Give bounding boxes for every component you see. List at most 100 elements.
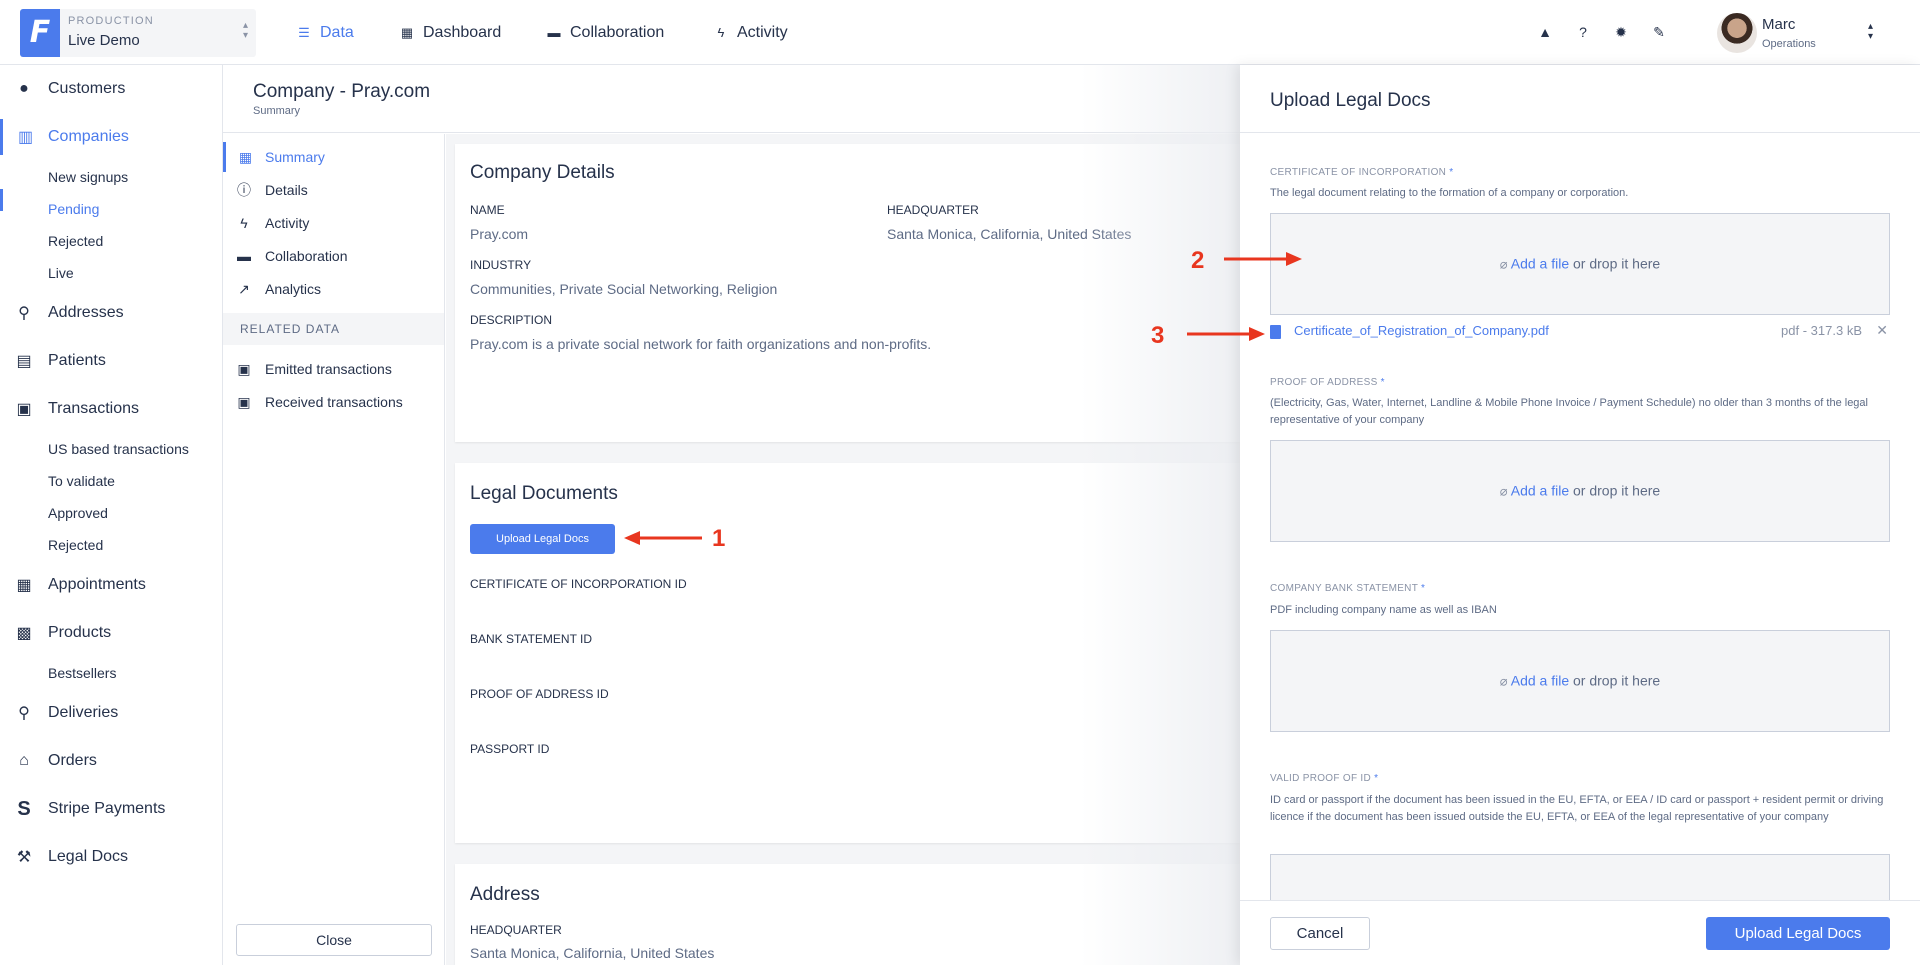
upload-legal-docs-button[interactable]: Upload Legal Docs [470, 524, 615, 554]
top-bar: F PRODUCTION Live Demo ▴ ▾ ☰ Data ▦ Dashb… [0, 0, 1920, 65]
add-file-link[interactable]: Add a file [1511, 256, 1569, 272]
bolt-icon: ϟ [717, 25, 725, 40]
cancel-button[interactable]: Cancel [1270, 917, 1370, 950]
upload-legal-docs-submit-button[interactable]: Upload Legal Docs [1706, 917, 1890, 950]
tab-details[interactable]: ⓘ Details [223, 175, 444, 205]
stripe-icon: S [17, 797, 31, 820]
avatar[interactable] [1717, 13, 1757, 53]
annotation-number: 3 [1151, 322, 1165, 349]
nav-collaboration[interactable]: ▬ Collaboration [546, 0, 665, 65]
sidebar-item-customers[interactable]: ● Customers [0, 71, 222, 107]
sidebar-item-patients[interactable]: ▤ Patients [0, 343, 222, 379]
sidebar-item-rejected-transactions[interactable]: Rejected [48, 537, 103, 553]
related-emitted-transactions[interactable]: ▣ Emitted transactions [223, 354, 444, 384]
section-description: PDF including company name as well as IB… [1270, 604, 1497, 616]
drawer-footer: Cancel Upload Legal Docs [1240, 900, 1920, 965]
annotation-arrow [624, 531, 702, 545]
sidebar-item-bestsellers[interactable]: Bestsellers [48, 665, 116, 681]
annotation-arrow [1187, 327, 1265, 341]
gear-icon[interactable]: ✹ [1612, 23, 1630, 41]
sidebar-item-pending[interactable]: Pending [48, 201, 99, 217]
chevron-up-down-icon[interactable]: ▴ ▾ [1868, 22, 1873, 42]
file-name-link[interactable]: Certificate_of_Registration_of_Company.p… [1294, 323, 1549, 338]
add-file-link[interactable]: Add a file [1511, 673, 1569, 689]
pin-icon: ⚲ [18, 705, 30, 722]
project-environment: PRODUCTION [68, 15, 154, 27]
sidebar-item-orders[interactable]: ⌂ Orders [0, 743, 222, 779]
card-title: Company Details [470, 162, 615, 183]
field-label: Description [470, 313, 553, 327]
sidebar-item-products[interactable]: ▩ Products [0, 615, 222, 651]
graduation-cap-icon[interactable]: ▲ [1536, 23, 1554, 41]
project-switcher[interactable]: F PRODUCTION Live Demo ▴ ▾ [20, 9, 256, 57]
close-icon[interactable]: ✕ [1876, 322, 1888, 339]
chat-icon: ▬ [547, 25, 561, 40]
brush-icon[interactable]: ✎ [1650, 23, 1668, 41]
field-label: Headquarter [470, 923, 562, 937]
sidebar-item-companies[interactable]: ▥ Companies [0, 119, 222, 155]
tab-analytics[interactable]: ↗ Analytics [223, 274, 444, 304]
info-icon: ⓘ [237, 182, 251, 198]
sidebar-item-us-transactions[interactable]: US based transactions [48, 441, 189, 457]
money-icon: ▣ [237, 393, 251, 410]
close-button[interactable]: Close [236, 924, 432, 956]
card-title: Address [470, 884, 540, 905]
tab-summary[interactable]: ▦ Summary [223, 142, 444, 172]
sidebar-item-to-validate[interactable]: To validate [48, 473, 115, 489]
annotation-number: 2 [1191, 247, 1205, 274]
dropzone-certificate[interactable]: ⌀ Add a file or drop it here [1270, 213, 1890, 315]
chat-icon: ▬ [237, 248, 251, 264]
section-description: ID card or passport if the document has … [1270, 794, 1884, 823]
chart-line-icon: ↗ [238, 280, 250, 297]
sidebar-item-stripe-payments[interactable]: S Stripe Payments [0, 791, 222, 827]
id-card-icon: ▤ [16, 353, 32, 370]
add-file-link[interactable]: Add a file [1511, 483, 1569, 499]
file-icon [1270, 325, 1281, 339]
nav-dashboard[interactable]: ▦ Dashboard [399, 0, 501, 65]
section-description: (Electricity, Gas, Water, Internet, Land… [1270, 397, 1868, 426]
sidebar-item-transactions[interactable]: ▣ Transactions [0, 391, 222, 427]
section-description: The legal document relating to the forma… [1270, 187, 1629, 199]
paperclip-icon: ⌀ [1499, 483, 1508, 499]
basket-icon: ⌂ [19, 752, 29, 769]
archive-icon: ▩ [16, 625, 32, 642]
section-label: Company Bank Statement * [1270, 583, 1426, 594]
bolt-icon: ϟ [240, 215, 248, 231]
page-subtitle: Summary [253, 105, 301, 117]
sidebar-item-legal-docs[interactable]: ⚒ Legal Docs [0, 839, 222, 875]
sidebar-item-rejected[interactable]: Rejected [48, 233, 103, 249]
related-data-heading: RELATED DATA [223, 313, 444, 345]
sidebar-item-appointments[interactable]: ▦ Appointments [0, 567, 222, 603]
section-label: Proof of Address * [1270, 377, 1385, 388]
file-size: pdf - 317.3 kB [1781, 323, 1862, 338]
gavel-icon: ⚒ [16, 849, 32, 866]
field-label: Certificate of Incorporation ID [470, 577, 687, 591]
nav-activity[interactable]: ϟ Activity [713, 0, 788, 65]
upload-drawer: Upload Legal Docs Certificate of Incorpo… [1240, 65, 1920, 965]
dropzone-bank-statement[interactable]: ⌀ Add a file or drop it here [1270, 630, 1890, 732]
related-received-transactions[interactable]: ▣ Received transactions [223, 387, 444, 417]
uploaded-file-row: Certificate_of_Registration_of_Company.p… [1270, 322, 1890, 343]
sidebar-item-addresses[interactable]: ⚲ Addresses [0, 295, 222, 331]
money-icon: ▣ [16, 401, 32, 418]
sidebar-item-new-signups[interactable]: New signups [48, 169, 128, 185]
sidebar-item-deliveries[interactable]: ⚲ Deliveries [0, 695, 222, 731]
dropzone-proof-of-address[interactable]: ⌀ Add a file or drop it here [1270, 440, 1890, 542]
drawer-title: Upload Legal Docs [1270, 90, 1431, 111]
tab-collaboration[interactable]: ▬ Collaboration [223, 241, 444, 271]
dashboard-icon: ▦ [400, 24, 414, 40]
section-label: Valid Proof of ID * [1270, 773, 1379, 784]
sidebar-item-live[interactable]: Live [48, 265, 74, 281]
tab-activity[interactable]: ϟ Activity [223, 208, 444, 238]
sidebar: ● Customers ▥ Companies New signups Pendin… [0, 65, 223, 965]
pin-icon: ⚲ [18, 305, 30, 322]
drawer-header: Upload Legal Docs [1240, 65, 1920, 133]
field-value: Pray.com [470, 226, 529, 242]
help-icon[interactable]: ? [1574, 23, 1592, 41]
section-label: Certificate of Incorporation * [1270, 167, 1454, 178]
sidebar-item-approved[interactable]: Approved [48, 505, 108, 521]
list-icon: ☰ [298, 24, 310, 40]
annotation-number: 1 [712, 525, 726, 552]
nav-data[interactable]: ☰ Data [296, 0, 354, 65]
dashboard-icon: ▦ [238, 148, 253, 165]
